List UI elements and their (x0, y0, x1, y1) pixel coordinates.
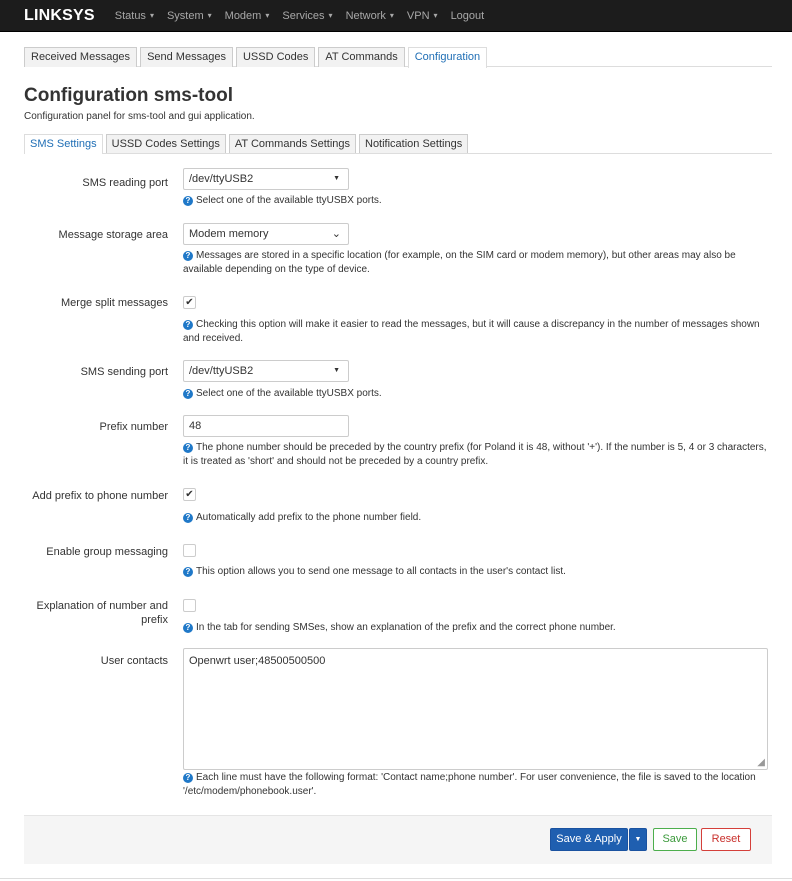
save-apply-button[interactable]: Save & Apply (550, 828, 628, 851)
nav-modem[interactable]: Modem ▾ (225, 10, 270, 22)
question-icon: ? (183, 773, 193, 783)
merge-split-help: ? Checking this option will make it easie… (183, 318, 768, 346)
reading-port-help: ? Select one of the available ttyUSBX por… (183, 194, 768, 208)
add-prefix-help-text: Automatically add prefix to the phone nu… (196, 512, 422, 523)
save-apply-dropdown-button[interactable]: ▼ (629, 828, 647, 851)
nav-logout[interactable]: Logout (451, 10, 485, 22)
question-icon: ? (183, 389, 193, 399)
chevron-down-icon: ▾ (433, 11, 438, 20)
add-prefix-checkbox[interactable]: ✔ (183, 488, 196, 501)
user-contacts-value: Openwrt user;48500500500 (189, 655, 326, 667)
group-messaging-help-text: This option allows you to send one messa… (196, 566, 566, 577)
nav-network[interactable]: Network ▾ (346, 10, 394, 22)
nav-network-label: Network (345, 9, 386, 22)
explanation-label: Explanation of number and prefix (37, 599, 168, 627)
check-icon: ✔ (185, 489, 194, 500)
reading-port-label: SMS reading port (82, 177, 168, 189)
storage-area-select[interactable]: Modem memory ⌄ (183, 223, 349, 245)
nav-services-label: Services (282, 9, 325, 22)
settings-tabs: SMS Settings USSD Codes Settings AT Comm… (24, 134, 772, 154)
nav-status[interactable]: Status ▾ (115, 10, 154, 22)
page-description: Configuration panel for sms-tool and gui… (24, 111, 255, 122)
reset-button[interactable]: Reset (701, 828, 751, 851)
question-icon: ? (183, 513, 193, 523)
page-title: Configuration sms-tool (24, 85, 233, 106)
top-navbar: LINKSYS Status ▾ System ▾ Modem ▾ Services ▾… (0, 0, 792, 32)
sending-port-select[interactable]: /dev/ttyUSB2 ▼ (183, 360, 349, 382)
prefix-number-input[interactable]: 48 (183, 415, 349, 437)
nav-logout-label: Logout (450, 9, 485, 22)
reading-port-value: /dev/ttyUSB2 (189, 173, 254, 185)
chevron-down-icon: ▾ (328, 11, 333, 20)
merge-split-help-text: Checking this option will make it easier… (183, 319, 760, 344)
resize-grip-icon[interactable]: ◢ (757, 757, 765, 768)
prefix-number-help: ? The phone number should be preceded by … (183, 441, 768, 469)
caret-down-icon: ▼ (333, 367, 340, 374)
explanation-help-text: In the tab for sending SMSes, show an ex… (196, 622, 616, 633)
merge-split-label: Merge split messages (61, 297, 168, 309)
prefix-number-help-text: The phone number should be preceded by t… (183, 442, 767, 467)
tab-send-messages[interactable]: Send Messages (140, 47, 233, 67)
check-icon: ✔ (185, 297, 194, 308)
explanation-label-line1: Explanation of number and (36, 600, 168, 612)
question-icon: ? (183, 196, 193, 206)
merge-split-checkbox[interactable]: ✔ (183, 296, 196, 309)
page-tabs: Received Messages Send Messages USSD Cod… (24, 47, 772, 68)
chevron-down-icon: ▾ (389, 11, 394, 20)
chevron-down-icon: ▾ (265, 11, 270, 20)
question-icon: ? (183, 623, 193, 633)
footer-divider (0, 878, 792, 879)
tab-at-commands-settings[interactable]: AT Commands Settings (228, 134, 356, 153)
question-icon: ? (183, 567, 193, 577)
storage-area-help-text: Messages are stored in a specific locati… (183, 250, 736, 275)
storage-area-help: ? Messages are stored in a specific locat… (183, 249, 768, 277)
nav-status-label: Status (114, 9, 146, 22)
storage-area-value: Modem memory (189, 228, 269, 240)
sending-port-help: ? Select one of the available ttyUSBX por… (183, 387, 768, 401)
form-actions: Save & Apply ▼ Save Reset (24, 815, 772, 864)
explanation-label-line2: prefix (141, 614, 168, 626)
explanation-checkbox[interactable] (183, 599, 196, 612)
storage-area-label: Message storage area (58, 229, 168, 241)
tab-received-messages[interactable]: Received Messages (24, 47, 138, 67)
caret-down-icon: ▼ (333, 175, 340, 182)
explanation-help: ? In the tab for sending SMSes, show an e… (183, 621, 768, 635)
user-contacts-textarea[interactable]: Openwrt user;48500500500 ◢ (183, 648, 768, 770)
chevron-down-icon: ▾ (149, 11, 154, 20)
group-messaging-checkbox[interactable] (183, 544, 196, 557)
tab-at-commands[interactable]: AT Commands (318, 47, 405, 67)
question-icon: ? (183, 251, 193, 261)
nav-vpn-label: VPN (406, 9, 430, 22)
prefix-number-label: Prefix number (99, 421, 168, 433)
question-icon: ? (183, 320, 193, 330)
nav-services[interactable]: Services ▾ (282, 10, 332, 22)
sending-port-help-text: Select one of the available ttyUSBX port… (196, 388, 382, 399)
user-contacts-help-text: Each line must have the following format… (183, 772, 756, 797)
question-icon: ? (183, 443, 193, 453)
nav-vpn[interactable]: VPN ▾ (407, 10, 438, 22)
nav-system[interactable]: System ▾ (167, 10, 212, 22)
nav-system-label: System (166, 9, 204, 22)
chevron-down-icon: ▾ (207, 11, 212, 20)
reading-port-select[interactable]: /dev/ttyUSB2 ▼ (183, 168, 349, 190)
user-contacts-label: User contacts (100, 655, 168, 667)
tab-ussd-codes-settings[interactable]: USSD Codes Settings (105, 134, 226, 153)
chevron-down-icon: ⌄ (331, 228, 341, 240)
add-prefix-label: Add prefix to phone number (32, 490, 168, 502)
group-messaging-help: ? This option allows you to send one mess… (183, 565, 768, 579)
tab-configuration[interactable]: Configuration (407, 47, 488, 68)
sending-port-value: /dev/ttyUSB2 (189, 365, 254, 377)
nav-modem-label: Modem (224, 9, 262, 22)
user-contacts-help: ? Each line must have the following forma… (183, 771, 768, 799)
group-messaging-label: Enable group messaging (46, 546, 168, 558)
tab-notification-settings[interactable]: Notification Settings (359, 134, 469, 153)
tab-ussd-codes[interactable]: USSD Codes (235, 47, 316, 67)
sending-port-label: SMS sending port (80, 366, 168, 378)
tab-sms-settings[interactable]: SMS Settings (24, 134, 103, 154)
brand-logo[interactable]: LINKSYS (24, 7, 95, 25)
add-prefix-help: ? Automatically add prefix to the phone n… (183, 511, 768, 525)
caret-down-icon: ▼ (634, 836, 642, 843)
reading-port-help-text: Select one of the available ttyUSBX port… (196, 195, 382, 206)
save-button[interactable]: Save (653, 828, 697, 851)
